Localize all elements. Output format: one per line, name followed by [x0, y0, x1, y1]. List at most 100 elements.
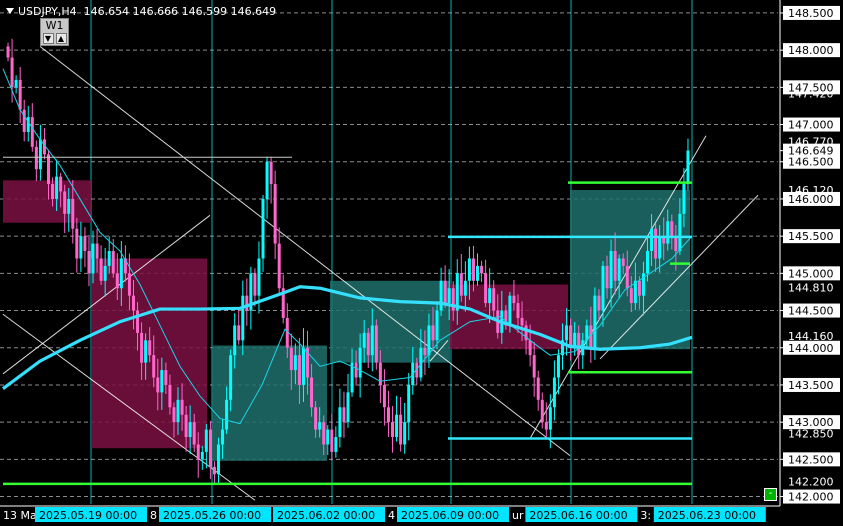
price-axis-label: 147.500 — [788, 81, 834, 94]
supply-zone — [3, 180, 91, 223]
bull-candle — [617, 258, 621, 281]
bear-candle — [399, 414, 403, 445]
price-axis-label: 143.000 — [788, 416, 834, 429]
bull-candle — [119, 258, 123, 289]
time-tick-label: 13 Ma — [3, 509, 37, 522]
price-level-label: 144.810 — [788, 281, 834, 294]
bear-candle — [577, 332, 581, 356]
bull-candle — [221, 429, 225, 445]
bull-candle — [225, 399, 229, 430]
bear-candle — [212, 466, 216, 475]
bull-candle — [79, 236, 83, 259]
bull-candle — [646, 251, 650, 274]
bear-candle — [423, 347, 427, 356]
price-axis-label: 144.500 — [788, 305, 834, 318]
bull-candle — [362, 332, 366, 348]
bear-candle — [253, 273, 257, 296]
bear-candle — [391, 422, 395, 438]
bear-candle — [532, 355, 536, 378]
timeframe-badge[interactable]: W1 ▼ ▲ — [40, 18, 69, 46]
symbol-label: USDJPY,H4 — [18, 5, 77, 18]
bear-candle — [10, 57, 14, 88]
time-tick-label: 8 — [150, 509, 157, 522]
date-label: 2025.06.23 00:00 — [658, 509, 756, 522]
bear-candle — [431, 325, 435, 341]
bear-candle — [168, 384, 172, 408]
bull-candle — [334, 437, 338, 452]
price-chart[interactable]: 147.420146.770146.120144.810144.160142.8… — [0, 0, 843, 526]
collapse-button[interactable]: - — [764, 488, 777, 501]
bull-candle — [144, 340, 148, 363]
bear-candle — [18, 79, 22, 110]
bear-candle — [366, 332, 370, 356]
bear-candle — [520, 317, 524, 326]
bear-candle — [87, 251, 91, 274]
bear-candle — [314, 407, 318, 430]
bull-candle — [107, 251, 111, 266]
bear-candle — [297, 355, 301, 385]
bear-candle — [528, 340, 532, 356]
price-axis-label: 142.000 — [788, 491, 834, 504]
bull-candle — [358, 347, 362, 378]
bear-candle — [180, 399, 184, 415]
time-tick-label: 4 — [388, 509, 395, 522]
price-axis-label: 145.000 — [788, 267, 834, 280]
bear-candle — [625, 265, 629, 289]
bull-candle — [103, 265, 107, 281]
bull-candle — [552, 377, 556, 408]
bear-candle — [115, 273, 119, 289]
chart-window: 147.420146.770146.120144.810144.160142.8… — [0, 0, 843, 526]
bull-candle — [556, 355, 560, 378]
bear-candle — [131, 295, 135, 311]
bear-candle — [22, 109, 26, 132]
bull-candle — [265, 161, 269, 199]
bear-candle — [512, 295, 516, 304]
bear-candle — [83, 236, 87, 252]
bear-candle — [480, 265, 484, 274]
bear-candle — [99, 258, 103, 281]
symbol-header: USDJPY,H4 146.654 146.666 146.599 146.64… — [6, 5, 276, 18]
bear-candle — [172, 407, 176, 423]
bear-candle — [75, 228, 79, 259]
bull-candle — [565, 325, 569, 341]
price-axis-label: 144.000 — [788, 342, 834, 355]
bear-candle — [111, 251, 115, 274]
bull-candle — [160, 370, 164, 393]
bull-candle — [601, 265, 605, 311]
bull-candle — [682, 184, 686, 214]
bear-candle — [245, 295, 249, 311]
bear-candle — [536, 377, 540, 400]
bull-candle — [403, 422, 407, 445]
price-axis-label: 143.500 — [788, 379, 834, 392]
date-label: 2025.06.16 00:00 — [529, 509, 627, 522]
bear-candle — [59, 176, 63, 192]
bull-candle — [435, 310, 439, 341]
symbol-menu-icon[interactable] — [6, 8, 14, 14]
arrow-up-icon[interactable]: ▲ — [55, 33, 67, 44]
bear-candle — [597, 295, 601, 311]
demand-zone — [570, 190, 690, 350]
bear-candle — [674, 236, 678, 252]
bull-candle — [686, 150, 690, 185]
current-price-label: 146.649 — [788, 145, 834, 158]
price-axis-label: 148.000 — [788, 44, 834, 57]
bull-candle — [476, 265, 480, 281]
arrow-down-icon[interactable]: ▼ — [42, 33, 54, 44]
bull-candle — [346, 392, 350, 423]
bull-candle — [427, 325, 431, 356]
bull-candle — [395, 414, 399, 438]
bull-candle — [14, 79, 18, 88]
bear-candle — [184, 414, 188, 438]
bull-candle — [293, 355, 297, 371]
time-tick-label: ur — [512, 509, 524, 522]
bear-candle — [613, 251, 617, 281]
bull-candle — [593, 295, 597, 348]
bear-candle — [310, 377, 314, 408]
bear-candle — [6, 46, 10, 58]
bear-candle — [492, 288, 496, 311]
bull-candle — [200, 451, 204, 460]
bear-candle — [51, 184, 55, 199]
price-axis-label: 142.500 — [788, 453, 834, 466]
bull-candle — [338, 407, 342, 438]
bull-candle — [229, 355, 233, 400]
